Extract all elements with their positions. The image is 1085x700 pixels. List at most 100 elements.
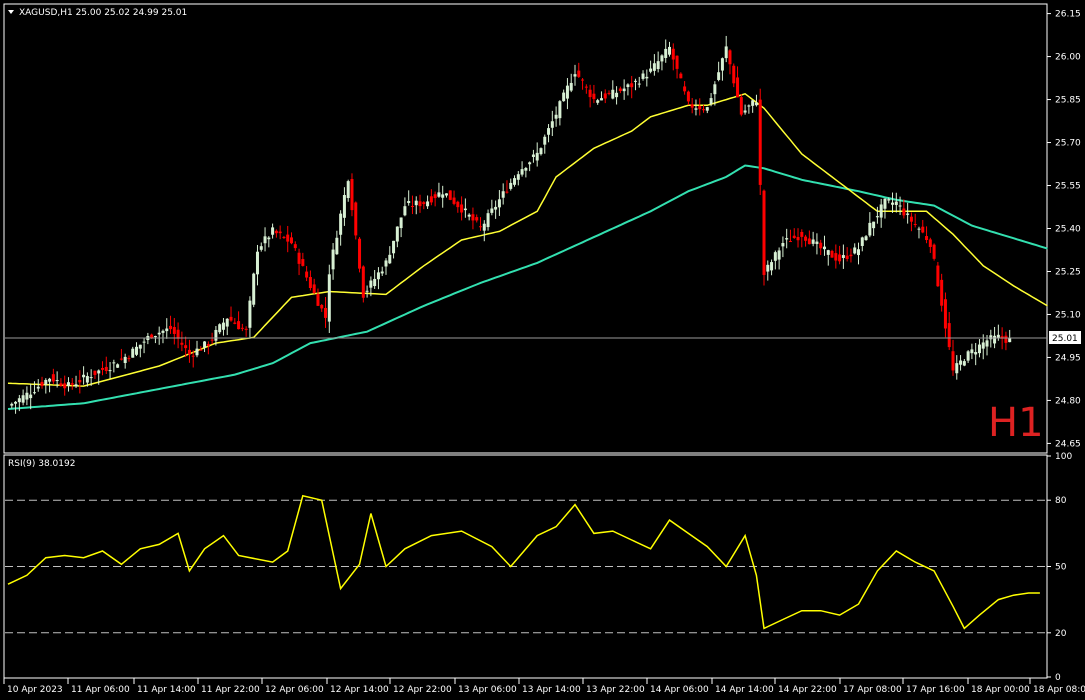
candle-body: [902, 208, 906, 216]
candle-body: [414, 200, 418, 206]
candle-body: [361, 266, 365, 298]
candle-body: [777, 250, 781, 260]
candle-body: [762, 190, 766, 275]
candle-body: [947, 323, 951, 348]
candle-body: [29, 394, 33, 399]
candle-body: [131, 348, 135, 358]
candle-body: [176, 329, 180, 339]
trading-chart[interactable]: 26.15 26.00 25.85 25.70 25.55 25.40 25.25 25.10…: [0, 0, 1085, 700]
candle-body: [354, 202, 358, 236]
candle-body: [584, 86, 588, 88]
candle-body: [857, 249, 860, 256]
candle-body: [255, 251, 259, 275]
time-tick-label: 11 Apr 06:00: [71, 685, 130, 695]
rsi-tick-label: 0: [1055, 673, 1061, 683]
candle-body: [286, 234, 290, 242]
candle-body: [637, 83, 641, 85]
candle-body: [44, 379, 48, 385]
candle-body: [312, 284, 316, 293]
candle-body: [82, 374, 86, 378]
candle-body: [259, 246, 263, 250]
candle-body: [758, 99, 762, 185]
candle-body: [577, 70, 581, 77]
candle-body: [376, 272, 380, 280]
candle-body: [543, 136, 547, 145]
candle-body: [822, 246, 826, 250]
candle-body: [55, 380, 59, 382]
candle-body: [599, 98, 603, 101]
time-tick-label: 13 Apr 06:00: [458, 685, 517, 695]
candle-body: [785, 238, 789, 240]
candle-body: [993, 335, 997, 344]
candle-body: [486, 213, 490, 228]
candle-body: [135, 346, 139, 355]
candle-body: [660, 55, 664, 62]
candle-body: [101, 367, 104, 370]
candle-body: [10, 403, 14, 406]
candle-body: [853, 247, 857, 254]
candle-body: [108, 370, 112, 372]
candle-body: [925, 236, 929, 241]
candle-body: [85, 376, 89, 383]
price-tick-label: 25.10: [1055, 310, 1081, 320]
price-tick-label: 25.40: [1055, 225, 1081, 235]
candle-body: [974, 352, 978, 355]
candle-body: [403, 206, 407, 216]
candle-body: [622, 88, 626, 92]
price-pane-header: XAGUSD,H1 25.00 25.02 24.99 25.01: [19, 8, 187, 18]
candle-body: [558, 101, 562, 119]
candle-body: [32, 392, 36, 394]
candle-body: [649, 68, 653, 72]
candle-body: [240, 327, 244, 329]
candle-body: [800, 231, 804, 237]
candle-body: [63, 383, 67, 389]
candle-body: [157, 332, 161, 335]
candle-body: [142, 341, 146, 343]
candle-body: [373, 278, 377, 287]
candle-body: [516, 174, 520, 180]
candle-body: [479, 226, 482, 228]
candle-body: [221, 322, 225, 330]
candle-body: [395, 226, 399, 242]
candle-body: [119, 358, 123, 360]
candle-body: [539, 148, 543, 155]
candle-body: [732, 65, 736, 84]
time-tick-label: 17 Apr 16:00: [906, 685, 965, 695]
rsi-tick-label: 100: [1055, 452, 1072, 462]
candle-body: [652, 63, 656, 71]
candle-body: [520, 169, 524, 175]
candle-body: [705, 107, 709, 111]
candle-body: [59, 383, 63, 386]
candle-body: [252, 273, 256, 305]
candle-body: [392, 240, 396, 254]
candle-body: [728, 50, 732, 65]
candle-body: [74, 384, 78, 387]
candle-body: [838, 254, 842, 262]
price-tick-label: 25.70: [1055, 139, 1081, 149]
candle-body: [751, 100, 755, 106]
candle-body: [305, 271, 309, 278]
candle-body: [418, 201, 422, 207]
candle-body: [78, 379, 82, 383]
candle-body: [996, 334, 1000, 338]
candle-body: [603, 93, 607, 99]
candle-body: [894, 201, 898, 205]
candle-body: [161, 330, 165, 333]
candle-body: [244, 328, 248, 330]
candle-body: [327, 274, 331, 322]
candle-body: [962, 361, 966, 366]
candle-body: [743, 110, 747, 113]
candle-body: [826, 250, 830, 255]
candle-body: [868, 222, 872, 236]
candle-body: [796, 237, 800, 241]
candle-body: [184, 345, 188, 349]
candle-body: [845, 255, 849, 259]
price-tick-label: 24.95: [1055, 353, 1081, 363]
candle-body: [237, 321, 241, 330]
candle-body: [214, 329, 218, 341]
candle-body: [358, 238, 362, 269]
candle-body: [172, 327, 176, 334]
candle-body: [290, 237, 293, 244]
candle-body: [698, 106, 702, 110]
candle-body: [509, 182, 513, 189]
